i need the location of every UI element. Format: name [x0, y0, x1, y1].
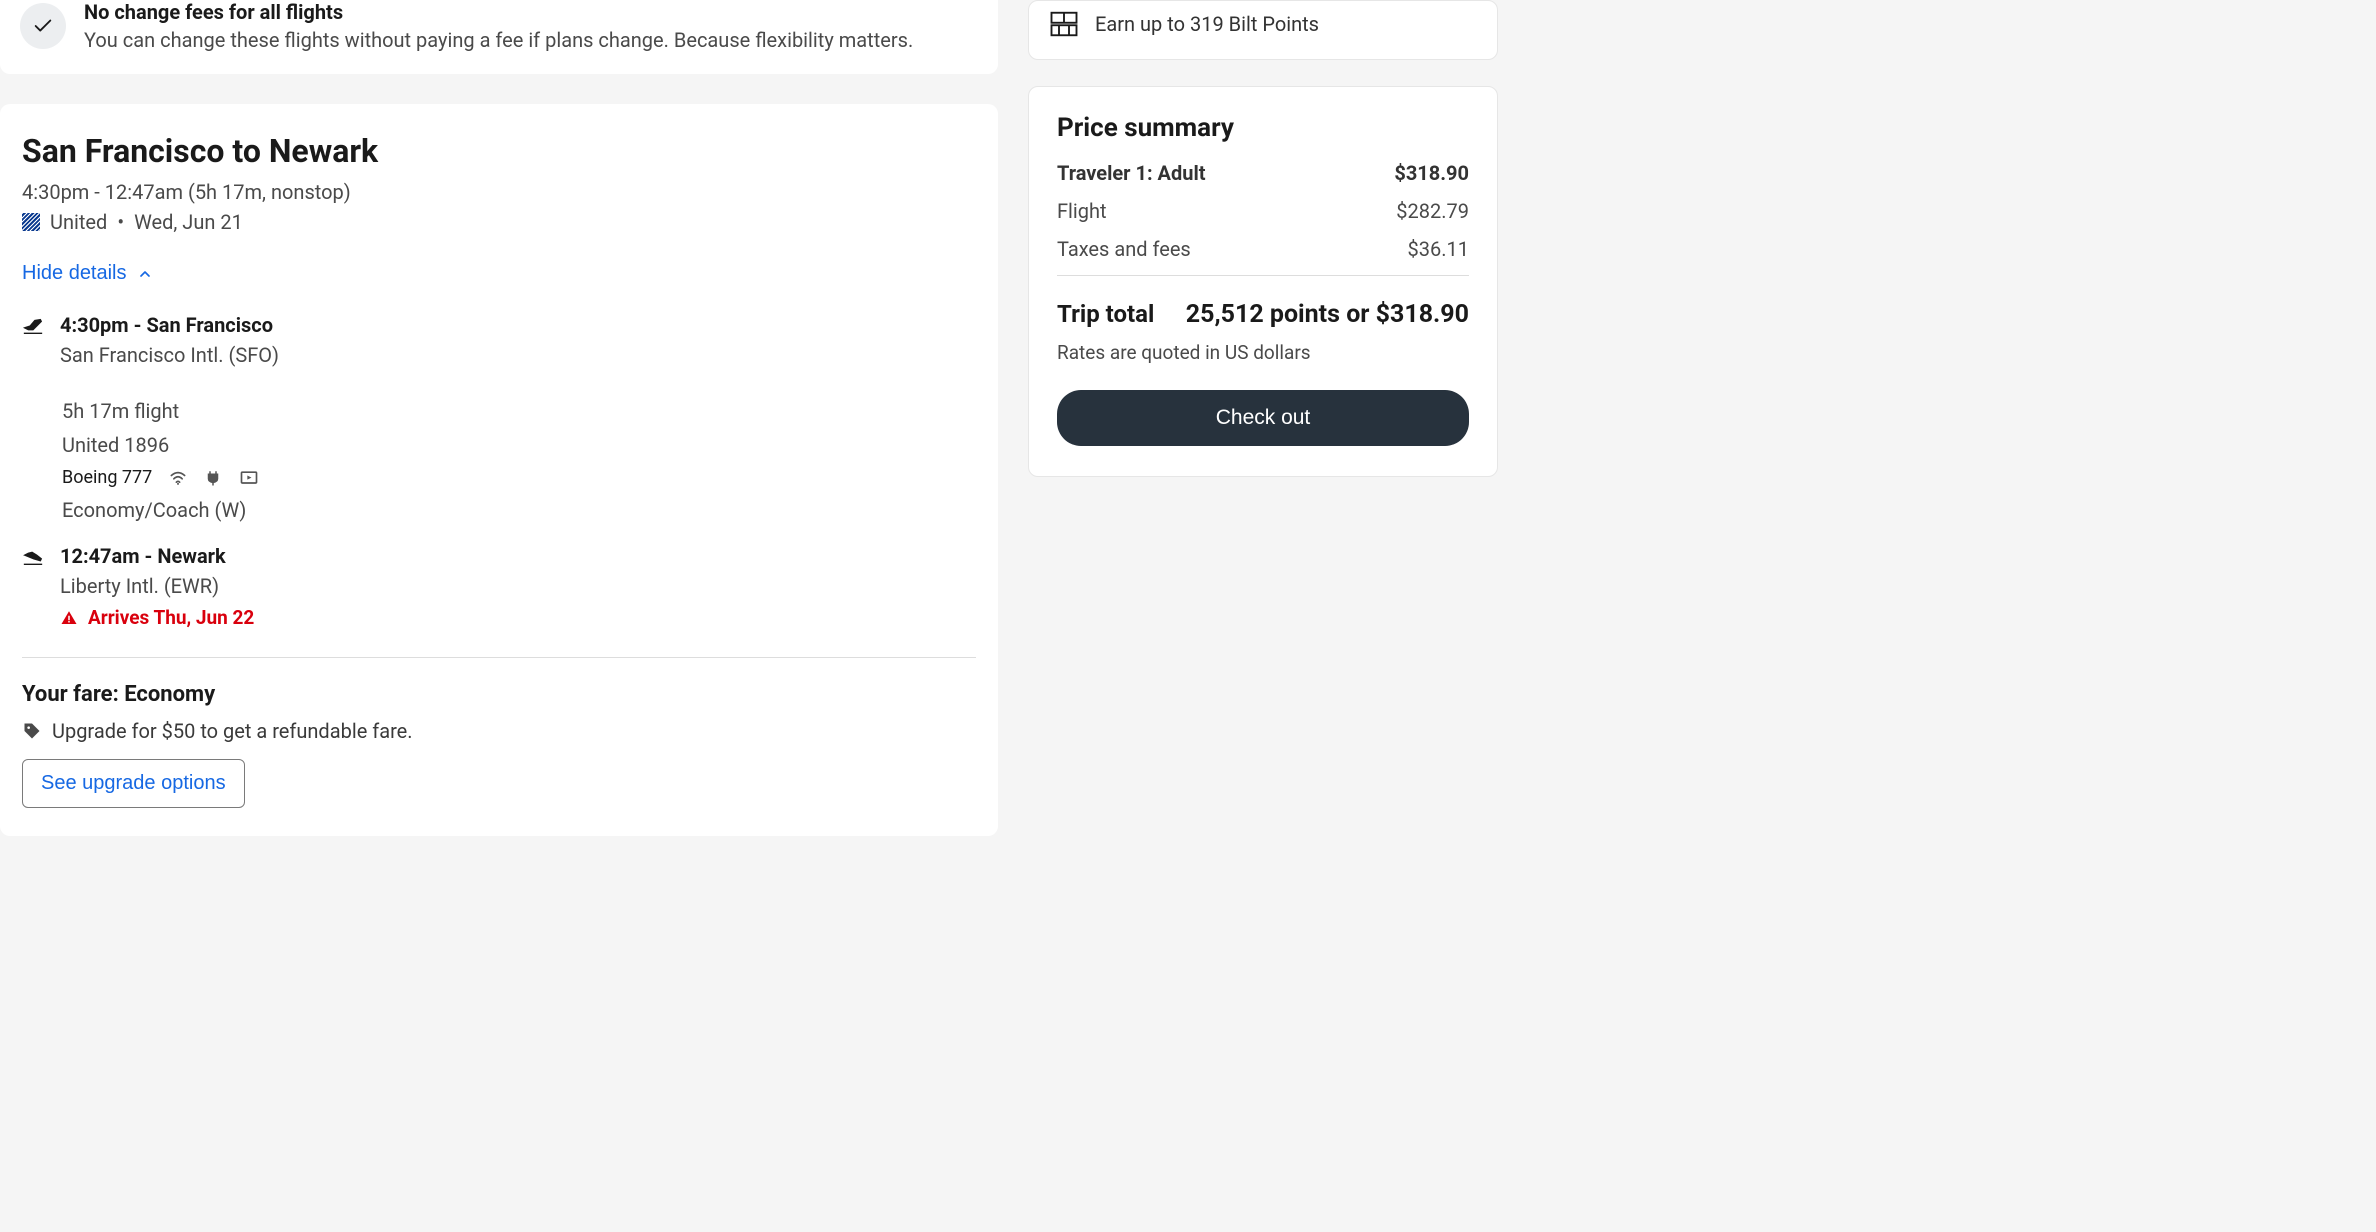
chevron-up-icon — [137, 266, 153, 282]
checkout-button[interactable]: Check out — [1057, 390, 1469, 446]
hide-details-toggle[interactable]: Hide details — [22, 262, 153, 285]
aircraft-type: Boeing 777 — [62, 467, 152, 488]
check-icon — [20, 3, 66, 49]
arrival-time-city: 12:47am - Newark — [60, 544, 976, 568]
banner-subtitle: You can change these flights without pay… — [84, 28, 913, 52]
bilt-points-text: Earn up to 319 Bilt Points — [1095, 12, 1319, 36]
airline-name: United — [50, 210, 107, 234]
bilt-logo-icon — [1049, 9, 1079, 39]
flight-price-value: $282.79 — [1396, 199, 1469, 223]
traveler-label: Traveler 1: Adult — [1057, 161, 1206, 185]
arrival-warning: Arrives Thu, Jun 22 — [88, 606, 254, 629]
flight-number: United 1896 — [22, 433, 976, 457]
route-title: San Francisco to Newark — [22, 132, 976, 170]
power-plug-icon — [204, 468, 222, 488]
no-change-fees-banner: No change fees for all flights You can c… — [0, 0, 998, 74]
rates-note: Rates are quoted in US dollars — [1057, 341, 1469, 364]
warning-icon — [60, 609, 78, 627]
arrival-airport: Liberty Intl. (EWR) — [60, 574, 976, 598]
entertainment-icon — [238, 468, 260, 488]
banner-title: No change fees for all flights — [84, 0, 913, 24]
wifi-icon — [168, 468, 188, 488]
traveler-value: $318.90 — [1394, 161, 1469, 185]
departure-airport: San Francisco Intl. (SFO) — [60, 343, 976, 367]
plane-landing-icon — [22, 544, 46, 629]
flight-date: Wed, Jun 21 — [134, 210, 243, 234]
price-summary-card: Price summary Traveler 1: Adult $318.90 … — [1028, 86, 1498, 477]
bilt-points-card[interactable]: Earn up to 319 Bilt Points — [1028, 0, 1498, 60]
trip-total-label: Trip total — [1057, 300, 1154, 328]
united-logo-icon — [22, 213, 40, 231]
flight-price-label: Flight — [1057, 199, 1107, 223]
price-summary-title: Price summary — [1057, 113, 1469, 143]
plane-takeoff-icon — [22, 313, 46, 375]
taxes-label: Taxes and fees — [1057, 237, 1191, 261]
cabin-class: Economy/Coach (W) — [22, 498, 976, 522]
fare-title: Your fare: Economy — [22, 682, 976, 707]
time-summary: 4:30pm - 12:47am (5h 17m, nonstop) — [22, 180, 976, 204]
see-upgrade-options-button[interactable]: See upgrade options — [22, 759, 245, 808]
flight-duration: 5h 17m flight — [22, 399, 976, 423]
taxes-value: $36.11 — [1408, 237, 1469, 261]
departure-time-city: 4:30pm - San Francisco — [60, 313, 976, 337]
tag-icon — [22, 721, 42, 741]
trip-total-value: 25,512 points or $318.90 — [1186, 300, 1469, 329]
upgrade-text: Upgrade for $50 to get a refundable fare… — [52, 719, 413, 743]
